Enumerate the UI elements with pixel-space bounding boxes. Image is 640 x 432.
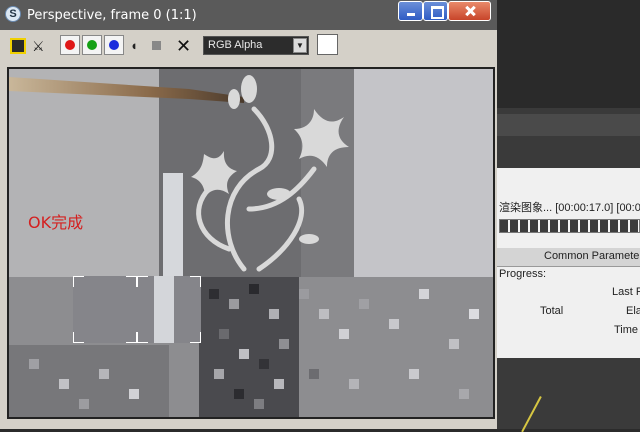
minimize-button[interactable] [398,1,423,21]
clone-window-icon[interactable]: ⚔ [32,38,48,54]
render-progress-bar [499,219,640,233]
rendered-image [9,69,493,417]
alpha-channel-icon[interactable]: ◖ [130,38,146,54]
common-parameters-label: Common Parameters [544,250,640,262]
green-channel-icon [87,40,97,50]
monochrome-icon[interactable] [152,41,161,50]
red-channel-button[interactable] [60,35,80,55]
maximize-button[interactable] [423,1,448,21]
green-channel-button[interactable] [82,35,102,55]
frame-window: S Perspective, frame 0 (1:1) ⚔ ◖ ✕ RGB A… [0,0,497,429]
render-bucket [73,276,137,343]
render-status-label: 渲染图象... [00:00:17.0] [00:0 [499,202,640,214]
render-frame-buffer: OK完成 [7,67,495,419]
common-parameters-rollout[interactable]: Common Parameters [497,248,640,267]
elapsed-label: Ela [626,305,640,317]
render-status-text: OK完成 [28,213,84,232]
last-frame-label: Last F [612,286,640,298]
channel-dropdown-value: RGB Alpha [208,39,263,51]
close-button[interactable] [448,1,491,21]
window-title: Perspective, frame 0 (1:1) [27,8,197,23]
total-label: Total [540,305,564,317]
panel-header [497,114,640,136]
app-logo-icon[interactable]: S [5,6,21,22]
clear-icon[interactable]: ✕ [176,37,192,55]
red-channel-icon [65,40,75,50]
chevron-down-icon[interactable]: ▼ [293,38,307,53]
channel-dropdown[interactable]: RGB Alpha ▼ [203,36,309,55]
blue-channel-button[interactable] [104,35,124,55]
render-bucket [137,276,201,343]
color-swatch[interactable] [317,34,338,55]
progress-label: Progress: [499,268,547,280]
blue-channel-icon [109,40,119,50]
time-label: Time [614,324,639,336]
save-icon[interactable] [10,38,26,54]
title-bar[interactable]: S Perspective, frame 0 (1:1) [0,0,497,30]
